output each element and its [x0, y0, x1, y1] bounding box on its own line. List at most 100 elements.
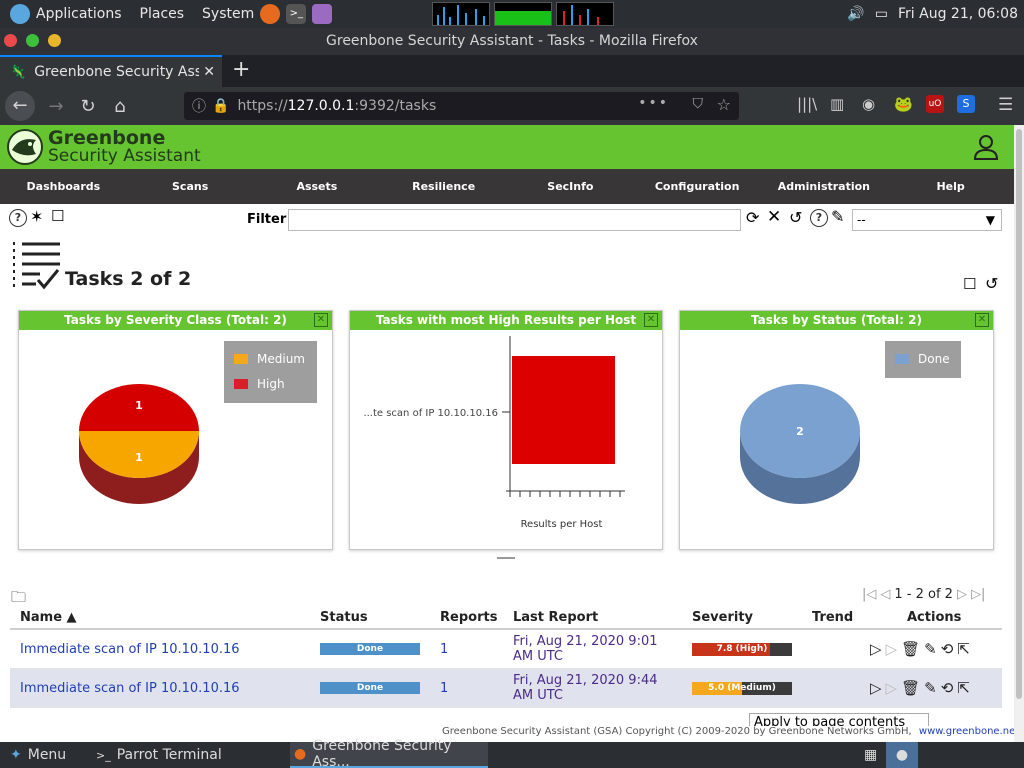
greenbone-logo-icon[interactable] — [6, 128, 44, 166]
last-page-icon[interactable]: ▷| — [971, 587, 985, 602]
volume-icon[interactable]: 🔊 — [847, 6, 864, 22]
hamburger-menu-icon[interactable]: ☰ — [998, 95, 1016, 115]
forward-icon[interactable]: → — [41, 96, 71, 117]
pocket-icon[interactable]: ⛉ — [693, 96, 704, 112]
refresh-filter-icon[interactable]: ⟳ — [746, 208, 759, 227]
menu-scans[interactable]: Scans — [127, 180, 254, 193]
url-bar[interactable]: ⓘ 🔒 https://127.0.0.1:9392/tasks ••• ⛉ ☆ — [184, 92, 739, 120]
system-tray: 🔊 ▭ Fri Aug 21, 06:08 — [847, 0, 1018, 28]
scrollbar-thumb[interactable] — [1016, 129, 1022, 699]
edit-icon[interactable]: ✎ — [924, 640, 941, 658]
firefox-launcher-icon[interactable] — [260, 4, 281, 24]
reports-link[interactable]: 1 — [440, 630, 448, 668]
account-icon[interactable]: ◉ — [862, 95, 880, 113]
greenbone-link[interactable]: www.greenbone.net — [919, 726, 1019, 737]
page-actions-icon[interactable]: ••• — [638, 95, 669, 111]
table-row[interactable]: Immediate scan of IP 10.10.10.16 Done 1 … — [10, 630, 1002, 669]
close-panel-icon[interactable]: ✕ — [975, 313, 989, 327]
menu-administration[interactable]: Administration — [761, 180, 888, 193]
edit-icon[interactable]: ✎ — [924, 679, 941, 697]
back-icon[interactable]: ← — [5, 91, 35, 121]
task-name-link[interactable]: Immediate scan of IP 10.10.10.16 — [20, 630, 240, 668]
reset-filter-icon[interactable]: ↺ — [789, 208, 802, 227]
filter-select[interactable]: -- ▼ — [852, 209, 1002, 231]
last-report-link[interactable]: Fri, Aug 21, 2020 9:01 AM UTC — [513, 630, 658, 668]
menu-button[interactable]: ✦ Menu — [10, 742, 66, 768]
close-panel-icon[interactable]: ✕ — [644, 313, 658, 327]
filter-help-icon[interactable]: ? — [810, 209, 828, 227]
close-panel-icon[interactable]: ✕ — [314, 313, 328, 327]
trashcan-icon[interactable]: 🗑 — [901, 640, 924, 658]
bookmark-star-icon[interactable]: ☆ — [717, 95, 731, 114]
browser-tab-greenbone[interactable]: 🦎 Greenbone Security Assi ✕ — [0, 55, 222, 87]
close-window-icon[interactable] — [4, 34, 17, 47]
start-icon[interactable]: ▷ — [870, 640, 886, 658]
extension-frog-icon[interactable]: 🐸 — [894, 95, 913, 113]
menu-configuration[interactable]: Configuration — [634, 180, 761, 193]
legend-swatch — [234, 354, 248, 364]
ublock-icon[interactable]: uO — [926, 95, 944, 113]
menu-secinfo[interactable]: SecInfo — [507, 180, 634, 193]
column-severity[interactable]: Severity — [692, 606, 753, 628]
reset-dashboard-icon[interactable]: ↺ — [985, 274, 998, 293]
last-report-link[interactable]: Fri, Aug 21, 2020 9:44 AM UTC — [513, 669, 658, 707]
resume-icon[interactable]: ▷ — [886, 679, 902, 697]
export-icon[interactable]: ⇱ — [957, 640, 974, 658]
text-editor-launcher-icon[interactable] — [312, 4, 333, 24]
table-row[interactable]: Immediate scan of IP 10.10.10.16 Done 1 … — [10, 669, 1002, 708]
start-icon[interactable]: ▷ — [870, 679, 886, 697]
terminal-launcher-icon[interactable]: >_ — [286, 4, 307, 24]
reports-link[interactable]: 1 — [440, 669, 448, 707]
site-info-icon[interactable]: ⓘ — [192, 96, 206, 116]
scrollbar[interactable] — [1014, 125, 1024, 742]
clone-icon[interactable]: ⟲ — [941, 640, 958, 658]
taskbar-item-terminal[interactable]: >_ Parrot Terminal — [96, 742, 222, 768]
lock-icon[interactable]: 🔒 — [212, 98, 229, 114]
task-name-link[interactable]: Immediate scan of IP 10.10.10.16 — [20, 669, 240, 707]
column-status[interactable]: Status — [320, 606, 368, 628]
menu-help[interactable]: Help — [887, 180, 1014, 193]
maximize-window-icon[interactable] — [26, 34, 39, 47]
filter-input[interactable] — [288, 209, 741, 231]
minimize-window-icon[interactable] — [48, 34, 61, 47]
close-tab-icon[interactable]: ✕ — [203, 64, 215, 80]
resize-handle[interactable] — [497, 557, 515, 559]
display-icon[interactable]: ▭ — [875, 6, 888, 22]
menu-assets[interactable]: Assets — [254, 180, 381, 193]
user-icon[interactable] — [972, 133, 1000, 165]
next-page-icon[interactable]: ▷ — [957, 587, 967, 602]
menu-dashboards[interactable]: Dashboards — [0, 180, 127, 193]
first-page-icon[interactable]: |◁ — [862, 587, 876, 602]
resume-icon[interactable]: ▷ — [886, 640, 902, 658]
menu-resilience[interactable]: Resilience — [380, 180, 507, 193]
edit-filter-icon[interactable]: ✎ — [831, 207, 844, 226]
column-reports[interactable]: Reports — [440, 606, 497, 628]
clear-filter-icon[interactable]: ✕ — [767, 207, 781, 227]
workspace-icon[interactable]: ▦ — [864, 742, 877, 768]
column-name[interactable]: Name ▲ — [20, 606, 77, 628]
filter-select-value: -- — [857, 213, 866, 227]
clone-icon[interactable]: ⟲ — [941, 679, 958, 697]
clock-label[interactable]: Fri Aug 21, 06:08 — [898, 6, 1018, 22]
wizard-icon[interactable]: ✶ — [30, 207, 43, 226]
new-task-icon[interactable]: ☐ — [51, 207, 64, 225]
reload-icon[interactable]: ↻ — [73, 96, 103, 117]
column-trend[interactable]: Trend — [812, 606, 853, 628]
previous-page-icon[interactable]: ◁ — [880, 587, 890, 602]
export-icon[interactable]: ⇱ — [957, 679, 974, 697]
new-tab-icon[interactable]: + — [232, 57, 250, 82]
menu-label: Menu — [27, 747, 67, 763]
applications-menu[interactable]: Applications — [10, 4, 122, 24]
taskbar-item-firefox[interactable]: ● Greenbone Security Ass... — [290, 738, 488, 768]
home-icon[interactable]: ⌂ — [105, 96, 135, 117]
sidebar-icon[interactable]: ▥ — [830, 95, 848, 113]
extension-s-icon[interactable]: S — [957, 95, 975, 113]
trashcan-icon[interactable]: 🗑 — [901, 679, 924, 697]
system-menu[interactable]: System — [202, 6, 254, 22]
places-menu[interactable]: Places — [140, 6, 185, 22]
firefox-tray-icon[interactable]: ● — [886, 742, 918, 768]
library-icon[interactable]: |||\ — [797, 95, 817, 113]
column-last-report[interactable]: Last Report — [513, 606, 598, 628]
help-icon[interactable]: ? — [9, 209, 27, 227]
add-dashboard-icon[interactable]: ☐ — [963, 275, 976, 293]
